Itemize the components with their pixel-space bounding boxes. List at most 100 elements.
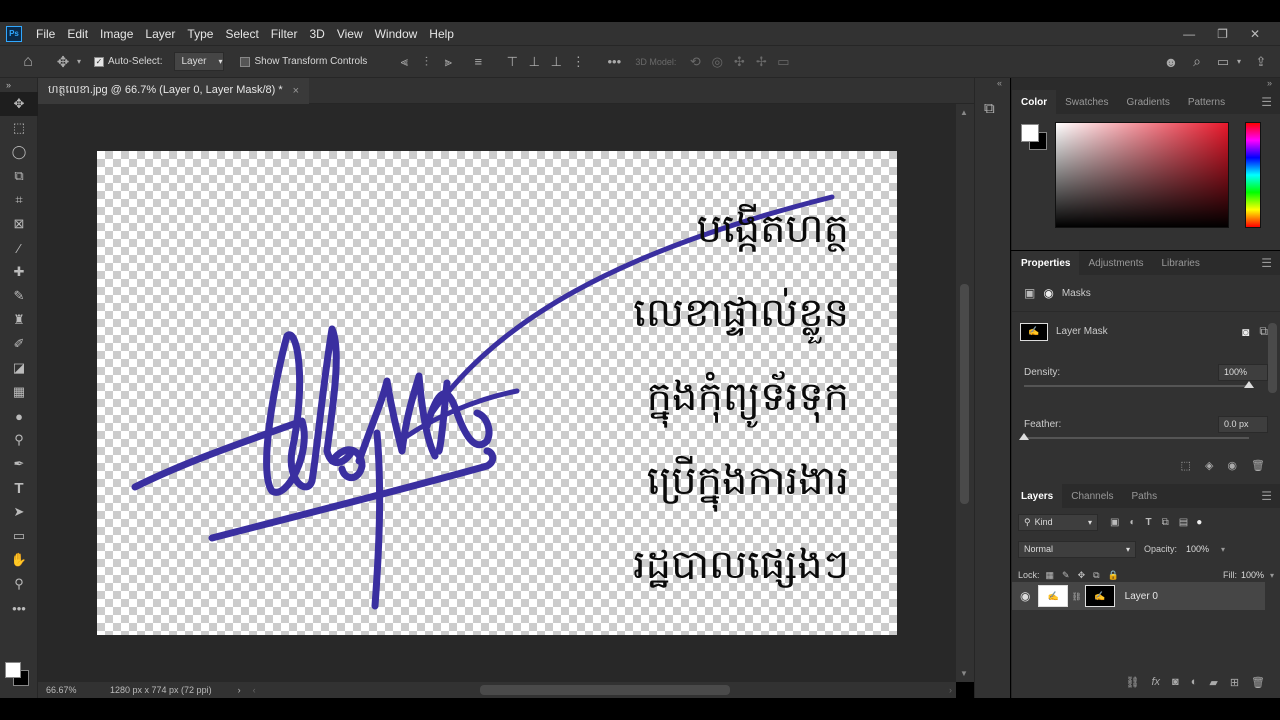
menu-view[interactable]: View	[331, 27, 369, 41]
move-tool-icon[interactable]: ✥	[52, 53, 74, 71]
3d-camera-icon[interactable]: ▭	[772, 54, 794, 70]
brush-tool-icon[interactable]: ✎	[0, 284, 38, 308]
scroll-up-icon[interactable]: ▲	[960, 108, 968, 117]
menu-window[interactable]: Window	[369, 27, 424, 41]
panel-menu-icon[interactable]: ☰	[1261, 256, 1272, 270]
lock-position-icon[interactable]: ✥	[1078, 570, 1086, 581]
menu-type[interactable]: Type	[181, 27, 219, 41]
filter-toggle-icon[interactable]: ●	[1196, 517, 1202, 528]
menu-layer[interactable]: Layer	[139, 27, 181, 41]
chevron-down-icon[interactable]: ▾	[1270, 571, 1274, 580]
share-user-icon[interactable]: ☻	[1160, 54, 1182, 70]
pen-tool-icon[interactable]: ✒	[0, 452, 38, 476]
tab-adjustments[interactable]: Adjustments	[1079, 251, 1152, 275]
frame-tool-icon[interactable]: ⊠	[0, 212, 38, 236]
tab-layers[interactable]: Layers	[1012, 484, 1063, 508]
align-bottom-icon[interactable]: ⊥	[545, 54, 567, 70]
align-top-icon[interactable]: ⊤	[501, 54, 523, 70]
restore-button[interactable]: ❐	[1217, 27, 1228, 41]
feather-slider-knob[interactable]	[1019, 433, 1029, 440]
align-right-icon[interactable]: ⫸	[437, 54, 459, 70]
zoom-tool-icon[interactable]: ⚲	[0, 572, 38, 596]
new-layer-icon[interactable]: ⊞	[1230, 676, 1239, 689]
crop-tool-icon[interactable]: ⌗	[0, 188, 38, 212]
document-canvas[interactable]: បង្កើតហត្ថ លេខាផ្ទាល់ខ្លួន ក្នុងកុំព្យូទ…	[97, 151, 897, 635]
layer-style-icon[interactable]: fx	[1151, 676, 1160, 689]
scroll-down-icon[interactable]: ▼	[960, 669, 968, 678]
panel-menu-icon[interactable]: ☰	[1261, 489, 1272, 503]
lock-all-icon[interactable]: 🔒	[1108, 570, 1119, 581]
move-tool-icon[interactable]: ✥	[0, 92, 38, 116]
hand-tool-icon[interactable]: ✋	[0, 548, 38, 572]
scroll-right-icon[interactable]: ›	[949, 685, 952, 695]
tab-color[interactable]: Color	[1012, 90, 1057, 114]
add-mask-icon[interactable]: ◙	[1172, 676, 1179, 689]
tab-channels[interactable]: Channels	[1062, 484, 1122, 508]
auto-select-target-dropdown[interactable]: Layer ▾	[174, 52, 225, 71]
adjustment-layer-icon[interactable]: ◐	[1191, 676, 1198, 689]
workspace-icon[interactable]: ▭	[1212, 54, 1234, 70]
load-selection-icon[interactable]: ⬚	[1181, 459, 1191, 472]
object-select-tool-icon[interactable]: ⧉	[0, 164, 38, 188]
horizontal-scroll-thumb[interactable]	[480, 685, 730, 695]
zoom-level[interactable]: 66.67%	[46, 685, 106, 695]
collapse-arrows-icon[interactable]: «	[975, 78, 1010, 92]
menu-3d[interactable]: 3D	[303, 27, 330, 41]
layer-mask-thumbnail[interactable]: ✍	[1084, 585, 1115, 607]
vertical-scroll-thumb[interactable]	[960, 284, 969, 504]
3d-pan-icon[interactable]: ✣	[728, 54, 750, 70]
chevron-down-icon[interactable]: ▾	[74, 57, 84, 66]
history-brush-tool-icon[interactable]: ✐	[0, 332, 38, 356]
tab-properties[interactable]: Properties	[1012, 251, 1080, 275]
document-tab[interactable]: ហត្ថលេខា.jpg @ 66.7% (Layer 0, Layer Mas…	[38, 78, 310, 104]
minimize-button[interactable]: —	[1183, 27, 1195, 41]
lock-artboard-icon[interactable]: ⧉	[1093, 570, 1099, 581]
close-button[interactable]: ✕	[1250, 27, 1260, 41]
rectangle-tool-icon[interactable]: ▭	[0, 524, 38, 548]
filter-pixel-icon[interactable]: ▣	[1110, 517, 1119, 528]
hue-slider[interactable]	[1245, 122, 1261, 228]
align-middle-icon[interactable]: ⊥	[523, 54, 545, 70]
feather-slider[interactable]	[1019, 433, 1249, 440]
new-group-icon[interactable]: ▰	[1209, 676, 1217, 689]
filter-smart-object-icon[interactable]: ▤	[1179, 517, 1188, 528]
tab-paths[interactable]: Paths	[1123, 484, 1167, 508]
properties-scrollbar[interactable]	[1268, 323, 1277, 393]
menu-file[interactable]: File	[30, 27, 61, 41]
visibility-icon[interactable]: ◉	[1227, 459, 1237, 472]
delete-layer-icon[interactable]: 🗑	[1251, 676, 1265, 689]
menu-help[interactable]: Help	[423, 27, 460, 41]
tab-gradients[interactable]: Gradients	[1117, 90, 1178, 114]
search-icon[interactable]: ⌕	[1186, 53, 1208, 70]
clone-stamp-tool-icon[interactable]: ♜	[0, 308, 38, 332]
menu-select[interactable]: Select	[219, 27, 264, 41]
filter-shape-icon[interactable]: ⧉	[1162, 517, 1169, 528]
density-field[interactable]: 100%	[1218, 363, 1268, 381]
layer-name[interactable]: Layer 0	[1125, 591, 1158, 602]
feather-field[interactable]: 0.0 px	[1218, 415, 1268, 433]
pixel-mask-icon[interactable]: ▣	[1024, 286, 1035, 300]
layer-row[interactable]: ◉ ✍ ⛓ ✍ Layer 0	[1012, 582, 1265, 610]
eyedropper-tool-icon[interactable]: ⁄	[0, 236, 38, 260]
foreground-color-swatch[interactable]	[5, 662, 21, 678]
home-icon[interactable]: ⌂	[14, 53, 42, 71]
collapse-arrows-icon[interactable]: »	[1012, 78, 1280, 90]
marquee-tool-icon[interactable]: ⬚	[0, 116, 38, 140]
close-tab-icon[interactable]: ×	[293, 85, 299, 97]
history-panel-icon[interactable]: ⧉	[984, 100, 1010, 117]
gradient-tool-icon[interactable]: ▦	[0, 380, 38, 404]
vertical-scrollbar[interactable]: ▲ ▼	[956, 104, 974, 682]
3d-roll-icon[interactable]: ◎	[706, 54, 728, 70]
type-tool-icon[interactable]: T	[0, 476, 38, 500]
scroll-left-icon[interactable]: ‹	[253, 685, 256, 695]
chevron-down-icon[interactable]: ▾	[1234, 57, 1244, 66]
align-left-icon[interactable]: ⫷	[393, 54, 415, 70]
status-menu-chevron-icon[interactable]: ›	[238, 685, 241, 695]
collapse-arrows-icon[interactable]: »	[0, 78, 38, 92]
3d-slide-icon[interactable]: ✢	[750, 54, 772, 70]
density-slider[interactable]	[1024, 381, 1254, 388]
lock-pixels-icon[interactable]: ✎	[1062, 570, 1070, 581]
tab-swatches[interactable]: Swatches	[1056, 90, 1117, 114]
more-options-icon[interactable]: •••	[603, 54, 625, 69]
apply-mask-icon[interactable]: ◈	[1205, 459, 1213, 472]
